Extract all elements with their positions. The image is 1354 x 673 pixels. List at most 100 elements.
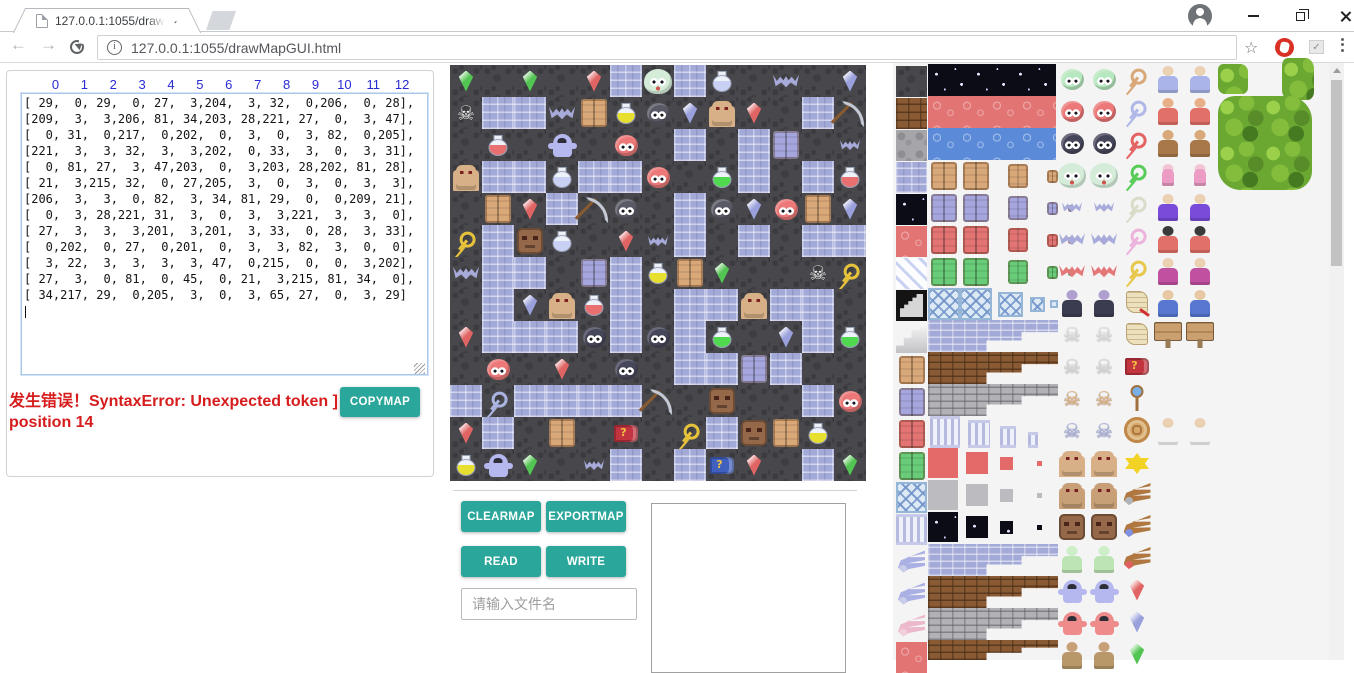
map-tile[interactable]: [706, 449, 738, 481]
palette-sprite-door[interactable]: [928, 192, 960, 224]
map-tile[interactable]: [610, 321, 642, 353]
palette-sprite-pillar[interactable]: [968, 420, 990, 448]
map-tile[interactable]: [610, 65, 642, 97]
map-tile[interactable]: [450, 417, 482, 449]
palette-sprite-tex-brownbrick[interactable]: [896, 98, 927, 129]
map-tile[interactable]: [770, 449, 802, 481]
palette-sprite-princess[interactable]: [1186, 416, 1214, 446]
palette-sprite-skeleton-knight[interactable]: [1090, 416, 1118, 446]
map-tile[interactable]: [674, 449, 706, 481]
map-tile[interactable]: [706, 417, 738, 449]
palette-sprite-s-sq[interactable]: [966, 484, 988, 506]
palette-sprite-wizard[interactable]: [1186, 192, 1214, 222]
map-tile[interactable]: [610, 417, 642, 449]
map-tile[interactable]: [642, 161, 674, 193]
palette-sprite-princess[interactable]: [1154, 416, 1182, 446]
window-restore-button[interactable]: [1285, 6, 1315, 26]
map-tile[interactable]: [706, 321, 738, 353]
map-tile[interactable]: [674, 129, 706, 161]
map-tile[interactable]: [802, 97, 834, 129]
palette-sprite-tex-dark[interactable]: [896, 66, 927, 97]
map-tile[interactable]: [482, 449, 514, 481]
map-tile[interactable]: [482, 257, 514, 289]
palette-sprite-skeleton-captain[interactable]: [1058, 384, 1086, 414]
map-tile[interactable]: [578, 225, 610, 257]
back-icon[interactable]: ←: [10, 35, 27, 55]
browser-tab[interactable]: 127.0.0.1:1055/drawMa ×: [32, 8, 182, 32]
map-tile[interactable]: [514, 289, 546, 321]
map-tile[interactable]: [546, 65, 578, 97]
map-tile[interactable]: [834, 225, 866, 257]
map-tile[interactable]: [482, 417, 514, 449]
palette-sprite-golem-soldier[interactable]: [1090, 480, 1118, 510]
palette-sprite-scepter[interactable]: [1124, 384, 1150, 412]
palette-sprite-tex-star[interactable]: [928, 64, 1056, 96]
palette-sprite-wing[interactable]: [896, 546, 927, 577]
map-tile[interactable]: [738, 385, 770, 417]
map-tile[interactable]: [706, 385, 738, 417]
map-tile[interactable]: [578, 353, 610, 385]
palette-sprite-wing[interactable]: [1124, 480, 1150, 508]
map-tile[interactable]: [610, 257, 642, 289]
map-tile[interactable]: [578, 449, 610, 481]
palette-sprite-black-slime[interactable]: [1090, 128, 1118, 158]
extension-check-icon[interactable]: ✓: [1309, 40, 1324, 54]
map-tile[interactable]: [770, 65, 802, 97]
palette-sprite-pillar[interactable]: [1000, 426, 1016, 448]
map-tile[interactable]: [546, 193, 578, 225]
output-log-box[interactable]: [651, 503, 846, 673]
palette-sprite-king[interactable]: [1186, 256, 1214, 286]
map-tile[interactable]: [738, 417, 770, 449]
palette-sprite-door[interactable]: [928, 256, 960, 288]
palette-sprite-red-slime[interactable]: [1090, 96, 1118, 126]
textarea-resize-grip[interactable]: [414, 363, 425, 374]
palette-sprite-s-sq[interactable]: [1000, 489, 1013, 502]
map-tile[interactable]: [514, 161, 546, 193]
palette-sprite-door[interactable]: [1002, 256, 1034, 288]
palette-sprite-tree[interactable]: [1218, 64, 1248, 94]
palette-sprite-wing[interactable]: [896, 578, 927, 609]
map-tile[interactable]: [578, 193, 610, 225]
map-tile[interactable]: [482, 193, 514, 225]
map-tile[interactable]: [706, 129, 738, 161]
palette-sprite-golem[interactable]: [1058, 448, 1086, 478]
map-tile[interactable]: [674, 289, 706, 321]
map-tile[interactable]: [834, 417, 866, 449]
palette-sprite-big-slime[interactable]: [1090, 160, 1118, 190]
profile-icon[interactable]: [1188, 4, 1212, 28]
map-tile[interactable]: [514, 65, 546, 97]
palette-sprite-lattice[interactable]: [928, 288, 960, 320]
palette-sprite-skeleton[interactable]: [1058, 320, 1086, 350]
map-tile[interactable]: [706, 65, 738, 97]
map-tile[interactable]: [706, 257, 738, 289]
palette-sprite-tex-redcave[interactable]: [928, 96, 1056, 128]
map-tile[interactable]: [578, 289, 610, 321]
map-tile[interactable]: [674, 385, 706, 417]
map-tile[interactable]: [546, 129, 578, 161]
map-tile[interactable]: [834, 65, 866, 97]
map-tile[interactable]: [514, 129, 546, 161]
palette-sprite-tex-star[interactable]: [1037, 525, 1042, 530]
map-tile[interactable]: [770, 321, 802, 353]
map-tile[interactable]: [706, 353, 738, 385]
map-tile[interactable]: [738, 353, 770, 385]
map-tile[interactable]: [642, 353, 674, 385]
map-tile[interactable]: [674, 257, 706, 289]
map-tile[interactable]: [738, 97, 770, 129]
map-tile[interactable]: [834, 449, 866, 481]
map-tile[interactable]: [770, 225, 802, 257]
extension-hand-icon[interactable]: [1275, 38, 1294, 57]
map-tile[interactable]: [674, 65, 706, 97]
map-tile[interactable]: [802, 193, 834, 225]
map-tile[interactable]: [450, 289, 482, 321]
palette-sprite-tree[interactable]: [1218, 96, 1312, 190]
map-tile[interactable]: [610, 385, 642, 417]
map-tile[interactable]: [482, 129, 514, 161]
map-tile[interactable]: [834, 129, 866, 161]
map-tile[interactable]: [546, 353, 578, 385]
map-tile[interactable]: [578, 129, 610, 161]
map-tile[interactable]: [834, 97, 866, 129]
map-tile[interactable]: [514, 385, 546, 417]
palette-sprite-door[interactable]: [928, 224, 960, 256]
palette-sprite-red-priest[interactable]: [1090, 608, 1118, 638]
